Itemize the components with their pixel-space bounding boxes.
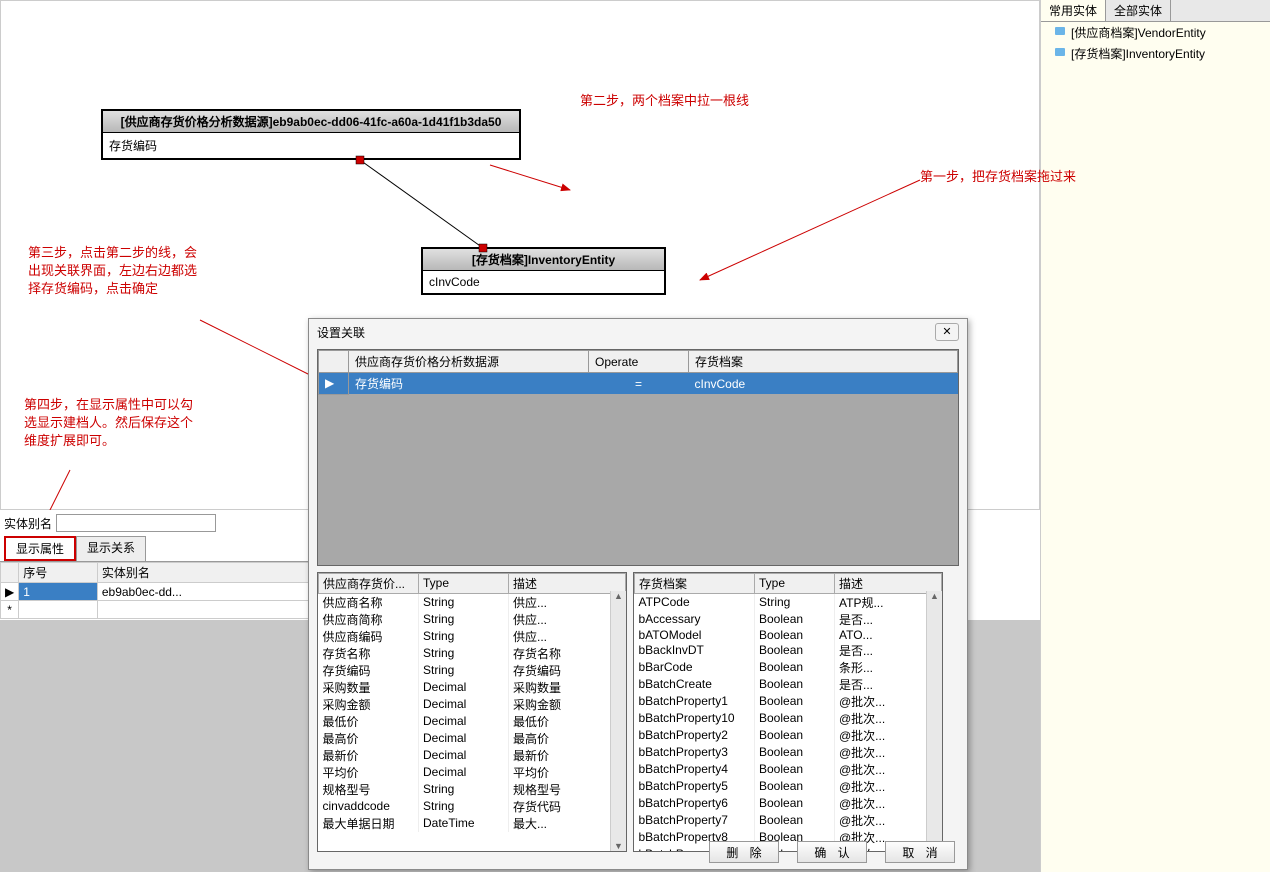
left-grid-row[interactable]: 最大单据日期DateTime最大... [319, 815, 626, 832]
tab-common-entities[interactable]: 常用实体 [1041, 0, 1106, 21]
lg-h0[interactable]: 供应商存货价... [319, 573, 419, 593]
rel-cell-right[interactable]: cInvCode [689, 373, 958, 395]
annotation-step1: 第一步，把存货档案拖过来 [920, 168, 1076, 186]
tab-all-entities[interactable]: 全部实体 [1106, 0, 1171, 21]
cancel-button[interactable]: 取 消 [885, 841, 955, 863]
rel-header-right[interactable]: 存货档案 [689, 351, 958, 373]
entity-grid[interactable]: 序号 实体别名 ▶ 1 eb9ab0ec-dd... * [0, 562, 310, 619]
palette-item-vendor[interactable]: [供应商档案]VendorEntity [1041, 22, 1270, 43]
entity-supplier-price[interactable]: [供应商存货价格分析数据源]eb9ab0ec-dd06-41fc-a60a-1d… [101, 109, 521, 160]
left-grid-row[interactable]: 供应商简称String供应... [319, 611, 626, 628]
left-grid-row[interactable]: 存货名称String存货名称 [319, 645, 626, 662]
rel-cell-left[interactable]: 存货编码 [349, 373, 589, 395]
left-grid-row[interactable]: 采购金额Decimal采购金额 [319, 696, 626, 713]
left-grid-row[interactable]: 最新价Decimal最新价 [319, 747, 626, 764]
left-grid-row[interactable]: cinvaddcodeString存货代码 [319, 798, 626, 815]
annotation-step2: 第二步，两个档案中拉一根线 [580, 92, 760, 110]
grid-new-row[interactable]: * [1, 601, 310, 619]
right-grid-row[interactable]: bBatchCreateBoolean是否... [635, 676, 942, 693]
rel-header-op[interactable]: Operate [589, 351, 689, 373]
right-grid-row[interactable]: bBatchProperty5Boolean@批次... [635, 778, 942, 795]
alias-input[interactable] [56, 514, 216, 532]
right-grid-row[interactable]: bBatchProperty6Boolean@批次... [635, 795, 942, 812]
grid-row-marker-header [1, 563, 19, 583]
right-grid-row[interactable]: ATPCodeStringATP规... [635, 593, 942, 611]
tab-show-properties[interactable]: 显示属性 [4, 536, 76, 561]
right-grid-row[interactable]: bAccessaryBoolean是否... [635, 611, 942, 628]
left-grid-row[interactable]: 规格型号String规格型号 [319, 781, 626, 798]
entity-inventory-title: [存货档案]InventoryEntity [423, 249, 664, 271]
rel-row-marker: ▶ [319, 373, 349, 395]
entity-inventory-field[interactable]: cInvCode [423, 271, 664, 293]
ok-button[interactable]: 确 认 [797, 841, 867, 863]
dialog-close-button[interactable]: ✕ [935, 323, 959, 341]
relation-dialog: 设置关联 ✕ 供应商存货价格分析数据源 Operate 存货档案 ▶ 存货编码 … [308, 318, 968, 870]
palette-tabs: 常用实体 全部实体 [1041, 0, 1270, 22]
delete-button[interactable]: 删 除 [709, 841, 779, 863]
left-grid-row[interactable]: 最高价Decimal最高价 [319, 730, 626, 747]
grid-cell-seq[interactable]: 1 [19, 583, 98, 601]
rg-h0[interactable]: 存货档案 [635, 573, 755, 593]
left-grid-row[interactable]: 存货编码String存货编码 [319, 662, 626, 679]
entity-inventory[interactable]: [存货档案]InventoryEntity cInvCode [421, 247, 666, 295]
alias-label: 实体别名 [4, 515, 52, 532]
right-grid-row[interactable]: bBatchProperty3Boolean@批次... [635, 744, 942, 761]
left-grid-row[interactable]: 平均价Decimal平均价 [319, 764, 626, 781]
right-grid-row[interactable]: bBatchProperty2Boolean@批次... [635, 727, 942, 744]
grid-header-alias[interactable]: 实体别名 [97, 563, 309, 583]
right-grid-row[interactable]: bBatchProperty10Boolean@批次... [635, 710, 942, 727]
rel-cell-op[interactable]: = [589, 373, 689, 395]
grid-row[interactable]: ▶ 1 eb9ab0ec-dd... [1, 583, 310, 601]
palette-item-inventory[interactable]: [存货档案]InventoryEntity [1041, 43, 1270, 64]
tab-show-relations[interactable]: 显示关系 [76, 536, 146, 561]
left-grid-row[interactable]: 供应商编码String供应... [319, 628, 626, 645]
left-property-grid[interactable]: 供应商存货价... Type 描述 供应商名称String供应...供应商简称S… [317, 572, 627, 852]
entity-properties-panel: 实体别名 显示属性 显示关系 序号 实体别名 ▶ 1 eb9ab0ec-dd..… [0, 510, 310, 619]
rel-header-left[interactable]: 供应商存货价格分析数据源 [349, 351, 589, 373]
right-grid-scrollbar[interactable] [926, 591, 942, 851]
rel-row[interactable]: ▶ 存货编码 = cInvCode [319, 373, 958, 395]
right-grid-row[interactable]: bBatchProperty4Boolean@批次... [635, 761, 942, 778]
grid-cell-alias[interactable]: eb9ab0ec-dd... [97, 583, 309, 601]
right-property-grid[interactable]: 存货档案 Type 描述 ATPCodeStringATP规...bAccess… [633, 572, 943, 852]
dialog-title: 设置关联 [317, 324, 365, 341]
rg-h1[interactable]: Type [755, 573, 835, 593]
grid-header-seq[interactable]: 序号 [19, 563, 98, 583]
right-grid-row[interactable]: bBatchProperty1Boolean@批次... [635, 693, 942, 710]
entity-palette: 常用实体 全部实体 [供应商档案]VendorEntity [存货档案]Inve… [1040, 0, 1270, 872]
right-grid-row[interactable]: bATOModelBooleanATO... [635, 628, 942, 642]
annotation-step4: 第四步，在显示属性中可以勾选显示建档人。然后保存这个维度扩展即可。 [24, 396, 204, 451]
entity-supplier-price-field[interactable]: 存货编码 [103, 133, 519, 158]
entity-supplier-price-title: [供应商存货价格分析数据源]eb9ab0ec-dd06-41fc-a60a-1d… [103, 111, 519, 133]
right-grid-row[interactable]: bBatchProperty7Boolean@批次... [635, 812, 942, 829]
left-grid-scrollbar[interactable] [610, 591, 626, 851]
lg-h2[interactable]: 描述 [509, 573, 626, 593]
left-grid-row[interactable]: 最低价Decimal最低价 [319, 713, 626, 730]
grid-row-marker: ▶ [1, 583, 19, 601]
lg-h1[interactable]: Type [419, 573, 509, 593]
relation-grid[interactable]: 供应商存货价格分析数据源 Operate 存货档案 ▶ 存货编码 = cInvC… [317, 349, 959, 566]
right-grid-row[interactable]: bBarCodeBoolean条形... [635, 659, 942, 676]
left-grid-row[interactable]: 采购数量Decimal采购数量 [319, 679, 626, 696]
right-grid-row[interactable]: bBackInvDTBoolean是否... [635, 642, 942, 659]
left-grid-row[interactable]: 供应商名称String供应... [319, 593, 626, 611]
annotation-step3: 第三步，点击第二步的线，会出现关联界面，左边右边都选择存货编码，点击确定 [28, 244, 208, 299]
